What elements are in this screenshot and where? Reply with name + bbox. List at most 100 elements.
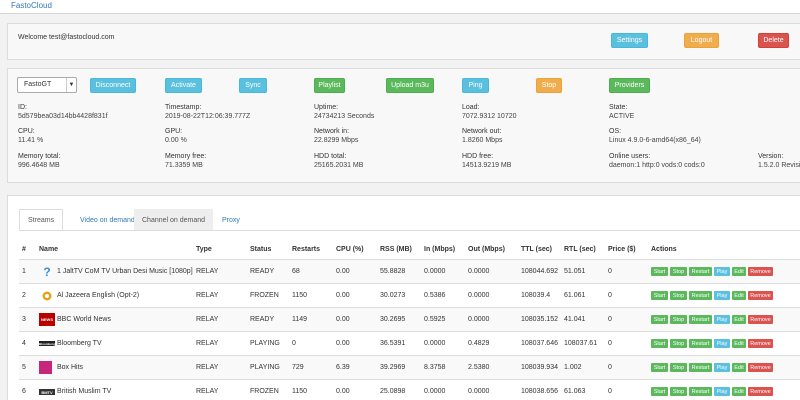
stop-stream-button[interactable]: Stop [670,315,687,324]
cell-rtl: 61.061 [564,292,586,299]
cell-restarts: 1149 [292,316,308,323]
cell-in: 0.5925 [424,316,446,323]
cell-type: RELAY [196,268,219,275]
play-stream-button[interactable]: Play [714,267,730,276]
bloomberg-logo: Bloomberg [39,341,55,346]
cell-type: RELAY [196,388,219,395]
column-header-num: # [22,246,26,253]
remove-stream-button[interactable]: Remove [748,291,773,300]
stop-stream-button[interactable]: Stop [670,387,687,396]
start-stream-button[interactable]: Start [651,339,668,348]
activate-button[interactable]: Activate [165,78,202,93]
column-header-status: Status [250,246,272,253]
field-network-in: Network in: 22.8299 Mbps [314,128,359,144]
cell-name: 1 JaltTV CoM TV Urban Desi Music [1080p] [57,268,193,275]
delete-button[interactable]: Delete [758,33,789,48]
bbc-logo: NEWS [39,313,55,326]
stop-stream-button[interactable]: Stop [670,339,687,348]
tabs-divider [19,230,800,231]
stop-stream-button[interactable]: Stop [670,363,687,372]
tab-proxy[interactable]: Proxy [214,209,248,231]
restart-stream-button[interactable]: Restart [689,315,712,324]
cell-rss: 55.8828 [380,268,406,275]
field-load: Load: 7072.9312 10720 [462,104,517,120]
field-gpu: GPU: 0.00 % [165,128,187,144]
start-stream-button[interactable]: Start [651,315,668,324]
column-header-restarts: Restarts [292,246,321,253]
cell-price: 0 [608,292,612,299]
cell-type: RELAY [196,364,219,371]
brand-link[interactable]: FastoCloud [11,1,52,10]
cell-restarts: 68 [292,268,300,275]
cell-rss: 36.5391 [380,340,406,347]
cell-ttl: 108035.152 [521,316,558,323]
stop-stream-button[interactable]: Stop [670,291,687,300]
restart-stream-button[interactable]: Restart [689,291,712,300]
field-hdd-free: HDD free: 14513.9219 MB [462,153,512,169]
cell-in: 8.3758 [424,364,446,371]
cell-ttl: 108039.934 [521,364,558,371]
column-header-rtl: RTL (sec) [564,246,596,253]
tab-streams[interactable]: Streams [19,209,63,231]
cell-price: 0 [608,388,612,395]
playlist-button[interactable]: Playlist [314,78,345,93]
edit-stream-button[interactable]: Edit [732,267,746,276]
cell-price: 0 [608,340,612,347]
welcome-panel: Welcome test@fastocloud.com Settings Log… [7,23,800,60]
server-select[interactable]: FastoGT ▼ [17,77,77,93]
ping-button[interactable]: Ping [462,78,489,93]
start-stream-button[interactable]: Start [651,363,668,372]
providers-button[interactable]: Providers [609,78,650,93]
start-stream-button[interactable]: Start [651,291,668,300]
play-stream-button[interactable]: Play [714,291,730,300]
cell-restarts: 1150 [292,292,308,299]
edit-stream-button[interactable]: Edit [732,315,746,324]
play-stream-button[interactable]: Play [714,315,730,324]
field-network-out: Network out: 1.8260 Mbps [462,128,503,144]
start-stream-button[interactable]: Start [651,387,668,396]
column-header-ttl: TTL (sec) [521,246,552,253]
remove-stream-button[interactable]: Remove [748,315,773,324]
remove-stream-button[interactable]: Remove [748,363,773,372]
cell-cpu: 0.00 [336,292,350,299]
start-stream-button[interactable]: Start [651,267,668,276]
cell-restarts: 1150 [292,388,308,395]
tab-video-on-demand[interactable]: Video on demand [72,209,143,231]
disconnect-button[interactable]: Disconnect [90,78,136,93]
restart-stream-button[interactable]: Restart [689,387,712,396]
play-stream-button[interactable]: Play [714,387,730,396]
restart-stream-button[interactable]: Restart [689,267,712,276]
column-header-rss: RSS (MB) [380,246,412,253]
cell-num: 4 [22,340,26,347]
tab-channel-on-demand[interactable]: Channel on demand [134,209,214,231]
remove-stream-button[interactable]: Remove [748,339,773,348]
cell-in: 0.0000 [424,268,446,275]
settings-button[interactable]: Settings [611,33,648,48]
edit-stream-button[interactable]: Edit [732,339,746,348]
sync-button[interactable]: Sync [239,78,267,93]
cell-num: 5 [22,364,26,371]
edit-stream-button[interactable]: Edit [732,387,746,396]
cell-rss: 30.0273 [380,292,406,299]
cell-name: BBC World News [57,316,111,323]
restart-stream-button[interactable]: Restart [689,339,712,348]
cell-cpu: 0.00 [336,316,350,323]
play-stream-button[interactable]: Play [714,339,730,348]
logout-button[interactable]: Logout [684,33,719,48]
cell-type: RELAY [196,340,219,347]
cell-cpu: 6.39 [336,364,350,371]
field-version: Version: 1.5.2.0 Revisi [758,153,800,169]
table-row: 6 British Muslim TV RELAY FROZEN 1150 0.00 25.… [19,379,800,400]
remove-stream-button[interactable]: Remove [748,387,773,396]
cell-status: PLAYING [250,364,280,371]
edit-stream-button[interactable]: Edit [732,363,746,372]
upload-m3u-button[interactable]: Upload m3u [386,78,434,93]
stop-stream-button[interactable]: Stop [670,267,687,276]
restart-stream-button[interactable]: Restart [689,363,712,372]
play-stream-button[interactable]: Play [714,363,730,372]
cell-in: 0.0000 [424,388,446,395]
stop-button[interactable]: Stop [536,78,562,93]
cell-out: 0.0000 [468,268,490,275]
edit-stream-button[interactable]: Edit [732,291,746,300]
remove-stream-button[interactable]: Remove [748,267,773,276]
